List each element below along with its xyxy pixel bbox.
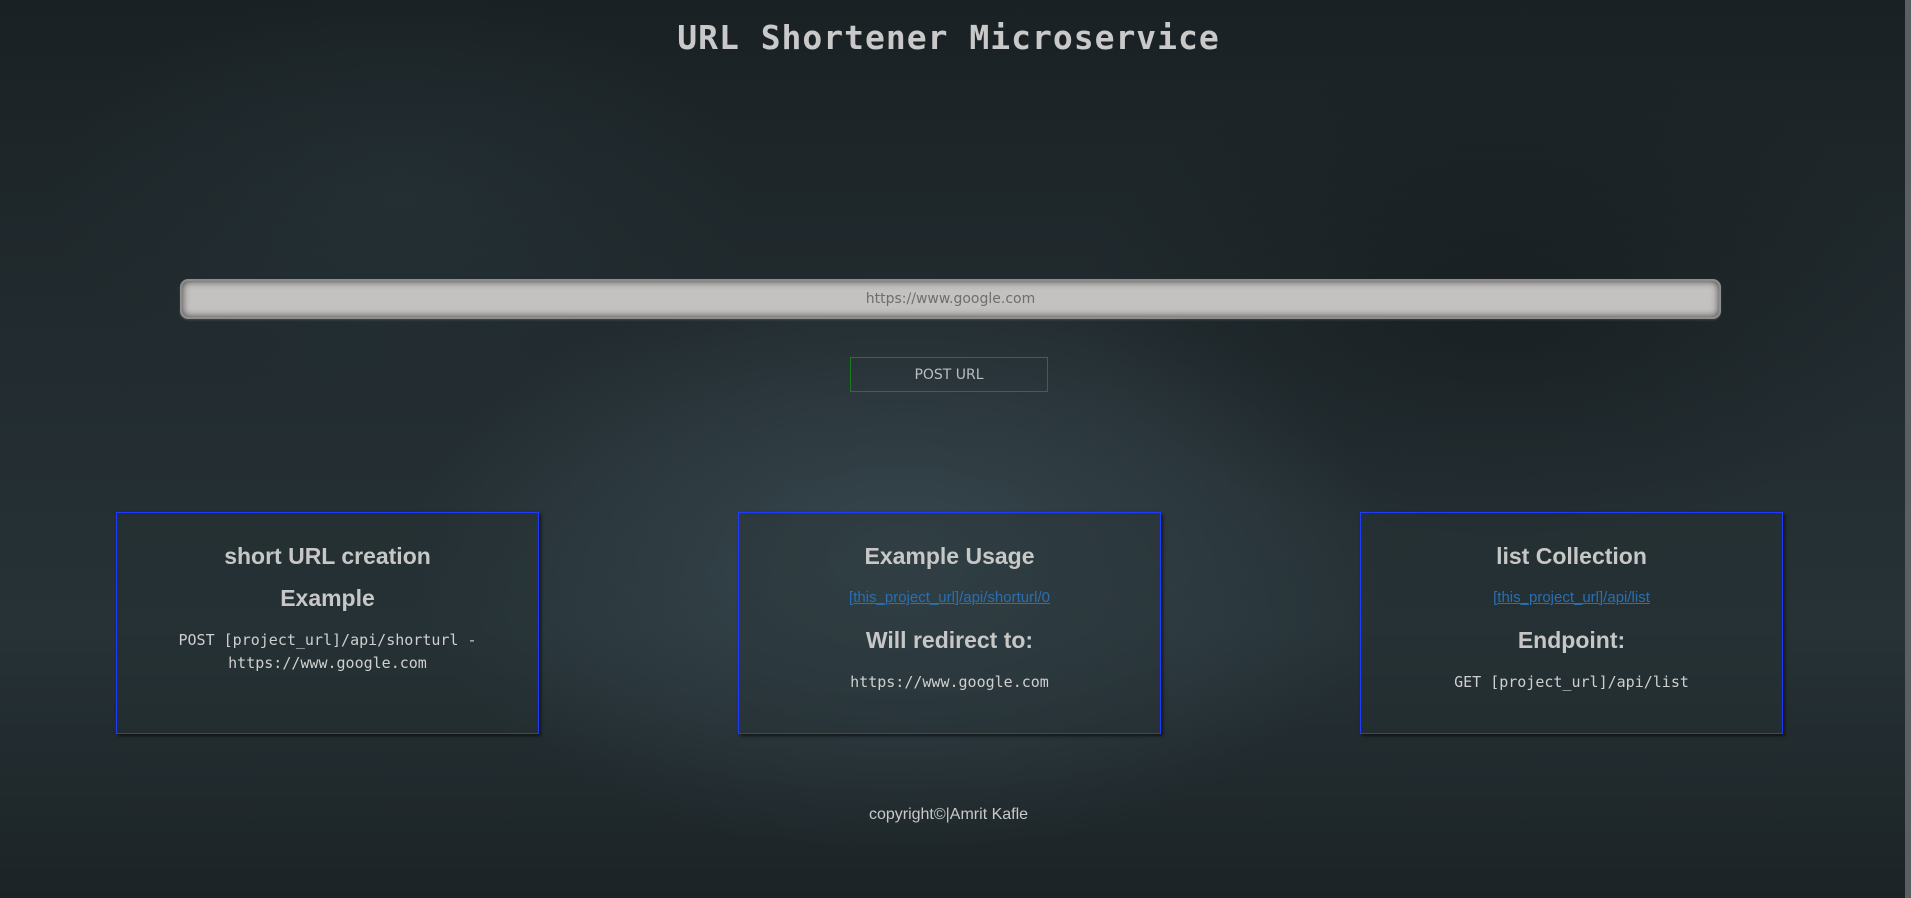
card-code: POST [project_url]/api/shorturl - https:…	[117, 629, 538, 675]
post-url-button[interactable]: POST URL	[850, 357, 1048, 392]
page-title: URL Shortener Microservice	[677, 18, 1220, 57]
card-example-usage: Example Usage [this_project_url]/api/sho…	[738, 512, 1161, 734]
card-code: GET [project_url]/api/list	[1454, 673, 1689, 691]
card-heading: short URL creation	[224, 543, 431, 569]
card-list-collection: list Collection [this_project_url]/api/l…	[1360, 512, 1783, 734]
example-shorturl-link[interactable]: [this_project_url]/api/shorturl/0	[739, 589, 1160, 606]
card-heading: list Collection	[1496, 543, 1647, 569]
url-input[interactable]	[180, 279, 1721, 319]
card-code: https://www.google.com	[850, 673, 1049, 691]
code-line: POST [project_url]/api/shorturl -	[178, 631, 477, 649]
card-subheading: Endpoint:	[1517, 627, 1626, 653]
list-endpoint-link[interactable]: [this_project_url]/api/list	[1361, 589, 1782, 606]
scrollbar[interactable]	[1905, 0, 1911, 898]
card-subheading: Example	[280, 585, 375, 611]
card-heading: Example Usage	[864, 543, 1035, 569]
code-line: https://www.google.com	[228, 654, 427, 672]
card-subheading: Will redirect to:	[865, 627, 1034, 653]
footer-copyright: copyright©|Amrit Kafle	[868, 806, 1029, 823]
card-short-url-creation: short URL creation Example POST [project…	[116, 512, 539, 734]
